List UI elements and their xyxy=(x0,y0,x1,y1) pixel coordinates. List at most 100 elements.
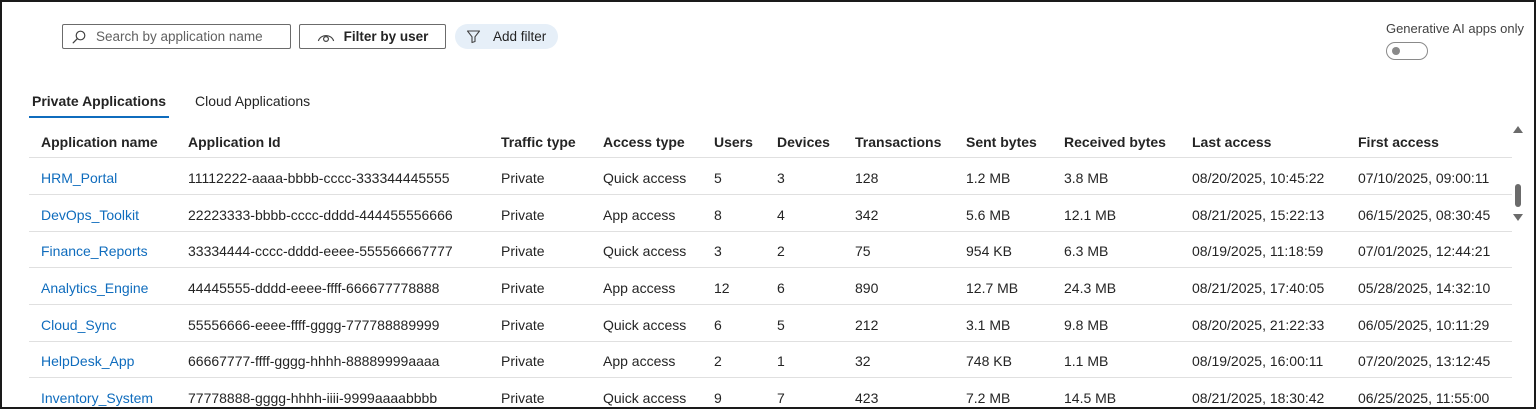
application-id-cell: 11112222-aaaa-bbbb-cccc-333344445555 xyxy=(188,170,450,186)
application-name-link[interactable]: DevOps_Toolkit xyxy=(41,207,139,223)
generative-ai-toggle[interactable] xyxy=(1386,42,1428,60)
search-input[interactable] xyxy=(96,29,281,44)
access-type-cell: App access xyxy=(603,207,676,223)
received-bytes-cell: 6.3 MB xyxy=(1064,243,1109,259)
received-bytes-cell: 12.1 MB xyxy=(1064,207,1117,223)
column-header-users[interactable]: Users xyxy=(714,134,753,150)
column-header-last-access[interactable]: Last access xyxy=(1192,134,1271,150)
app-panel: Filter by user Add filter Generative AI … xyxy=(0,0,1536,409)
transactions-cell: 890 xyxy=(855,280,879,296)
users-cell: 5 xyxy=(714,170,722,186)
column-header-first-access[interactable]: First access xyxy=(1358,134,1439,150)
transactions-cell: 128 xyxy=(855,170,879,186)
access-type-cell: App access xyxy=(603,353,676,369)
sent-bytes-cell: 3.1 MB xyxy=(966,317,1011,333)
traffic-type-cell: Private xyxy=(501,207,545,223)
add-filter-button[interactable]: Add filter xyxy=(455,24,558,49)
received-bytes-cell: 3.8 MB xyxy=(1064,170,1109,186)
column-header-devices[interactable]: Devices xyxy=(777,134,830,150)
access-type-cell: Quick access xyxy=(603,170,687,186)
devices-cell: 7 xyxy=(777,390,785,406)
row-divider xyxy=(29,304,1512,305)
devices-cell: 3 xyxy=(777,170,785,186)
transactions-cell: 342 xyxy=(855,207,879,223)
transactions-cell: 75 xyxy=(855,243,871,259)
transactions-cell: 212 xyxy=(855,317,879,333)
access-type-cell: Quick access xyxy=(603,390,687,406)
search-box[interactable] xyxy=(62,24,291,49)
first-access-cell: 06/25/2025, 11:55:00 xyxy=(1358,390,1490,406)
access-type-cell: App access xyxy=(603,280,676,296)
column-header-access-type[interactable]: Access type xyxy=(603,134,685,150)
sent-bytes-cell: 1.2 MB xyxy=(966,170,1011,186)
column-header-transactions[interactable]: Transactions xyxy=(855,134,941,150)
column-header-sent-bytes[interactable]: Sent bytes xyxy=(966,134,1037,150)
first-access-cell: 06/15/2025, 08:30:45 xyxy=(1358,207,1491,223)
tab-cloud-applications[interactable]: Cloud Applications xyxy=(195,93,310,109)
first-access-cell: 05/28/2025, 14:32:10 xyxy=(1358,280,1491,296)
first-access-cell: 06/05/2025, 10:11:29 xyxy=(1358,317,1490,333)
filter-by-user-label: Filter by user xyxy=(343,29,429,44)
last-access-cell: 08/21/2025, 18:30:42 xyxy=(1192,390,1325,406)
last-access-cell: 08/21/2025, 17:40:05 xyxy=(1192,280,1325,296)
application-name-link[interactable]: Cloud_Sync xyxy=(41,317,117,333)
last-access-cell: 08/21/2025, 15:22:13 xyxy=(1192,207,1325,223)
sent-bytes-cell: 12.7 MB xyxy=(966,280,1019,296)
access-type-cell: Quick access xyxy=(603,317,687,333)
row-divider xyxy=(29,341,1512,342)
sent-bytes-cell: 748 KB xyxy=(966,353,1012,369)
column-header-traffic-type[interactable]: Traffic type xyxy=(501,134,576,150)
devices-cell: 5 xyxy=(777,317,785,333)
column-header-application-name[interactable]: Application name xyxy=(41,134,158,150)
traffic-type-cell: Private xyxy=(501,317,545,333)
transactions-cell: 423 xyxy=(855,390,879,406)
application-id-cell: 55556666-eeee-ffff-gggg-777788889999 xyxy=(188,317,440,333)
application-name-link[interactable]: Inventory_System xyxy=(41,390,153,406)
devices-cell: 1 xyxy=(777,353,785,369)
row-divider xyxy=(29,267,1512,268)
scrollbar-thumb[interactable] xyxy=(1515,184,1521,207)
application-name-link[interactable]: Analytics_Engine xyxy=(41,280,148,296)
toggle-knob xyxy=(1392,47,1400,55)
scroll-up-arrow-icon[interactable] xyxy=(1513,126,1523,133)
users-cell: 8 xyxy=(714,207,722,223)
row-divider xyxy=(29,157,1512,158)
transactions-cell: 32 xyxy=(855,353,871,369)
traffic-type-cell: Private xyxy=(501,243,545,259)
application-name-link[interactable]: HelpDesk_App xyxy=(41,353,134,369)
sent-bytes-cell: 5.6 MB xyxy=(966,207,1011,223)
application-name-link[interactable]: HRM_Portal xyxy=(41,170,117,186)
first-access-cell: 07/20/2025, 13:12:45 xyxy=(1358,353,1491,369)
sent-bytes-cell: 7.2 MB xyxy=(966,390,1011,406)
users-cell: 12 xyxy=(714,280,730,296)
traffic-type-cell: Private xyxy=(501,280,545,296)
row-divider xyxy=(29,377,1512,378)
funnel-icon xyxy=(466,29,481,44)
active-tab-indicator xyxy=(29,116,169,118)
application-id-cell: 66667777-ffff-gggg-hhhh-88889999aaaa xyxy=(188,353,440,369)
devices-cell: 6 xyxy=(777,280,785,296)
received-bytes-cell: 9.8 MB xyxy=(1064,317,1109,333)
column-header-received-bytes[interactable]: Received bytes xyxy=(1064,134,1166,150)
last-access-cell: 08/20/2025, 21:22:33 xyxy=(1192,317,1325,333)
users-cell: 3 xyxy=(714,243,722,259)
column-header-application-id[interactable]: Application Id xyxy=(188,134,281,150)
received-bytes-cell: 24.3 MB xyxy=(1064,280,1117,296)
scroll-down-arrow-icon[interactable] xyxy=(1513,214,1523,221)
search-icon xyxy=(72,30,86,44)
application-name-link[interactable]: Finance_Reports xyxy=(41,243,148,259)
row-divider xyxy=(29,194,1512,195)
received-bytes-cell: 1.1 MB xyxy=(1064,353,1109,369)
application-id-cell: 33334444-cccc-dddd-eeee-555566667777 xyxy=(188,243,453,259)
first-access-cell: 07/10/2025, 09:00:11 xyxy=(1358,170,1490,186)
users-cell: 9 xyxy=(714,390,722,406)
users-cell: 2 xyxy=(714,353,722,369)
last-access-cell: 08/19/2025, 11:18:59 xyxy=(1192,243,1324,259)
last-access-cell: 08/20/2025, 10:45:22 xyxy=(1192,170,1325,186)
generative-ai-label: Generative AI apps only xyxy=(1385,21,1524,36)
received-bytes-cell: 14.5 MB xyxy=(1064,390,1117,406)
tab-private-applications[interactable]: Private Applications xyxy=(32,93,166,109)
users-cell: 6 xyxy=(714,317,722,333)
eye-icon xyxy=(317,31,335,43)
filter-by-user-button[interactable]: Filter by user xyxy=(299,24,446,49)
